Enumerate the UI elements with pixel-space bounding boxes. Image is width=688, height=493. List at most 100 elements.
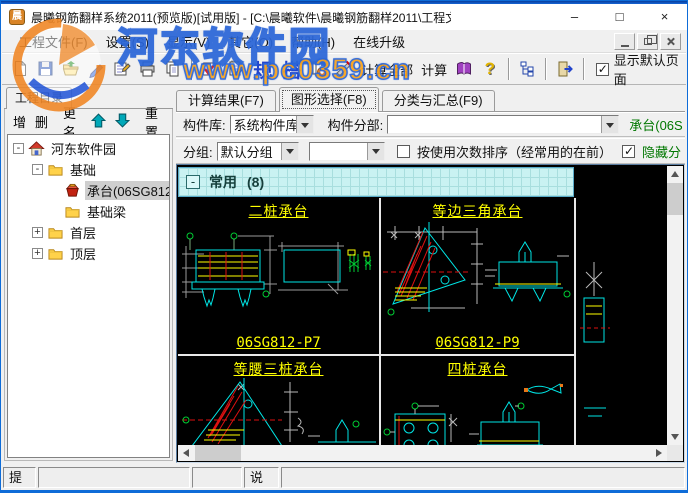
new-document-icon (12, 60, 30, 78)
copy-button[interactable] (160, 56, 185, 82)
cell-code: 06SG812-P9 (381, 335, 574, 351)
tree-item-pile-cap[interactable]: 承台(06SG812) (8, 180, 169, 201)
help-button[interactable]: ? (477, 59, 503, 79)
save-button[interactable] (33, 56, 58, 82)
collapse-section-button[interactable]: - (186, 175, 200, 189)
grid-divider (574, 198, 576, 445)
tab-calculation-results[interactable]: 计算结果(F7) (176, 90, 276, 111)
calculate-all-button[interactable]: 计算全部 (357, 60, 417, 79)
delete-node-button[interactable]: 删 (35, 112, 48, 131)
app-window: 晨 晨曦钢筋翻样系统2011(预览版)[试用版] - [C:\晨曦软件\晨曦钢筋… (0, 0, 688, 493)
component-part-label: 构件分部: (328, 115, 384, 134)
scroll-down-icon[interactable] (667, 429, 683, 445)
tree-item-root[interactable]: - 河东软件园 (8, 138, 169, 159)
open-folder-icon (62, 60, 80, 78)
expand-toggle[interactable]: - (13, 143, 24, 154)
dropdown-arrow-icon[interactable] (281, 143, 298, 160)
scroll-left-icon[interactable] (178, 445, 194, 461)
ruler-pen-icon (335, 60, 353, 78)
mdi-restore-button[interactable] (637, 33, 658, 50)
tab-graphic-selection[interactable]: 图形选择(F8) (279, 87, 379, 112)
gallery-cell-isosceles-three-pile-cap[interactable]: 等腰三桩承台 (178, 356, 379, 445)
window-title: 晨曦钢筋翻样系统2011(预览版)[试用版] - [C:\晨曦软件\晨曦钢筋翻样… (31, 9, 451, 26)
library-value: 系统构件库 (231, 115, 296, 134)
mdi-minimize-button[interactable] (614, 33, 635, 50)
menu-item-other[interactable]: 其它(O) (219, 30, 282, 53)
print-button[interactable] (135, 56, 160, 82)
maximize-button[interactable]: □ (597, 4, 642, 30)
manual-button[interactable] (451, 56, 476, 82)
close-button[interactable]: × (642, 4, 687, 30)
component-part-select[interactable] (387, 115, 619, 134)
tree-toolbar: 增 删 更名 重置 (7, 111, 170, 132)
open-button[interactable] (59, 56, 84, 82)
edit-pen-button[interactable] (84, 56, 109, 82)
tree-item-label: 首层 (68, 223, 98, 242)
expand-toggle[interactable]: - (32, 164, 43, 175)
tree-item-top-floor[interactable]: + 顶层 (8, 243, 169, 264)
pen-icon (88, 60, 106, 78)
toolbar-separator (583, 58, 585, 80)
expand-toggle[interactable]: + (32, 248, 43, 259)
subgroup-select[interactable] (309, 142, 385, 161)
scroll-up-icon[interactable] (667, 166, 683, 182)
horizontal-scrollbar[interactable] (178, 445, 667, 461)
add-node-button[interactable]: 增 (13, 112, 26, 131)
vertical-scroll-thumb[interactable] (667, 183, 683, 215)
tree-item-first-floor[interactable]: + 首层 (8, 222, 169, 243)
group-select[interactable]: 默认分组 (217, 142, 299, 161)
mdi-close-button[interactable] (660, 33, 681, 50)
menu-item-project-file[interactable]: 工程文件(F) (10, 30, 97, 53)
calculate-all-icon-button[interactable] (332, 56, 357, 82)
tree-item-foundation-beam[interactable]: 基础梁 (8, 201, 169, 222)
gallery-cell-equilateral-triangle-cap[interactable]: 等边三角承台 (381, 198, 574, 354)
horizontal-scroll-thumb[interactable] (195, 445, 241, 461)
printer-icon (139, 60, 157, 78)
notebook-button[interactable] (223, 56, 248, 82)
show-default-page-label: 显示默认页面 (614, 50, 686, 88)
move-down-button[interactable] (115, 113, 130, 131)
tree-item-foundation[interactable]: - 基础 (8, 159, 169, 180)
mdi-window-controls (614, 33, 681, 50)
minimize-button[interactable]: – (552, 4, 597, 30)
gallery-cell-four-pile-cap[interactable]: 四桩承台 (381, 356, 574, 445)
component-library-bar: 构件库: 系统构件库 构件分部: 承台(06S (176, 112, 685, 137)
new-button[interactable] (8, 56, 33, 82)
dropdown-arrow-icon[interactable] (296, 116, 313, 133)
calculate-button[interactable]: 计算 (417, 60, 451, 79)
scroll-right-icon[interactable] (651, 445, 667, 461)
project-directory-body: 增 删 更名 重置 - 河东软件园 - 基础 (4, 109, 173, 461)
hide-groups-label: 隐藏分 (642, 142, 681, 161)
library-label: 构件库: (183, 115, 226, 134)
show-default-page-checkbox[interactable]: 显示默认页面 (596, 50, 686, 88)
pages-settings-button[interactable] (306, 56, 331, 82)
isosceles-three-pile-cap-drawing (178, 378, 379, 445)
menu-item-view[interactable]: 显示(V) (158, 30, 219, 53)
hint-label: 提示 (3, 467, 36, 488)
vertical-scrollbar[interactable] (667, 166, 683, 445)
menu-item-online-upgrade[interactable]: 在线升级 (344, 30, 414, 53)
group-value: 默认分组 (218, 142, 281, 161)
menu-item-help[interactable]: 帮助(H) (282, 30, 344, 53)
rules-button[interactable]: 规 (248, 56, 277, 83)
notebook-edit-icon (227, 60, 245, 78)
tree-structure-icon (519, 60, 537, 78)
project-directory-panel: 工程目录 增 删 更名 重置 - 河东软件园 - 基础 (4, 87, 173, 461)
project-tree-button[interactable] (515, 56, 540, 82)
hide-groups-checkbox[interactable] (622, 145, 635, 158)
menu-item-settings[interactable]: 设置(S) (97, 30, 158, 53)
gallery-cell-two-pile-cap[interactable]: 二桩承台 (178, 198, 379, 354)
properties-button[interactable] (110, 56, 135, 82)
dropdown-arrow-icon[interactable] (601, 116, 618, 133)
exit-button[interactable] (552, 56, 577, 82)
library-select[interactable]: 系统构件库 (230, 115, 314, 134)
section-header-common[interactable]: - 常用 (8) (178, 167, 574, 197)
mdi-close-icon (666, 37, 675, 46)
move-up-button[interactable] (91, 113, 106, 131)
check-form-button[interactable] (198, 56, 223, 82)
lap-button[interactable]: 搭 (277, 56, 306, 83)
dropdown-arrow-icon[interactable] (367, 143, 384, 160)
sort-by-usage-checkbox[interactable] (397, 145, 410, 158)
expand-toggle[interactable]: + (32, 227, 43, 238)
tab-classification-summary[interactable]: 分类与汇总(F9) (382, 90, 495, 111)
